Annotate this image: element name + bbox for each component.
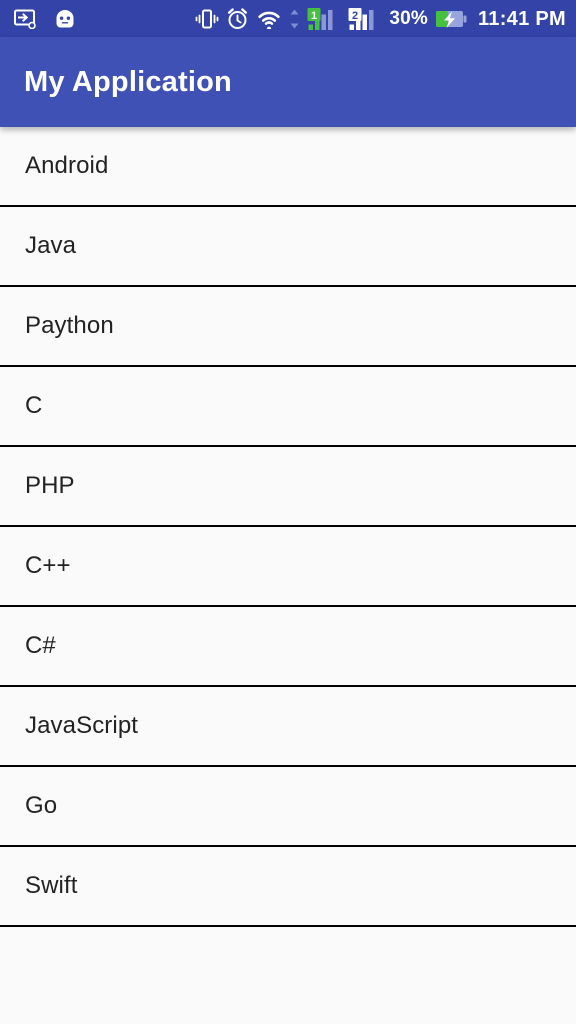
list-item-label: Go: [25, 792, 58, 819]
list-item-label: C: [25, 392, 43, 419]
sim2-signal-icon: 2: [348, 7, 382, 31]
list-item[interactable]: C#: [0, 607, 576, 687]
battery-percentage-label: 30%: [389, 8, 428, 29]
list-item[interactable]: Android: [0, 127, 576, 207]
list-item-label: C++: [25, 552, 71, 579]
app-bar-title: My Application: [24, 65, 232, 98]
list-item[interactable]: Paython: [0, 287, 576, 367]
list-item[interactable]: Go: [0, 767, 576, 847]
list-item-label: Paython: [25, 312, 114, 339]
status-bar-right-icons: 1 2 30% 11:41 PM: [195, 7, 566, 31]
list-item[interactable]: Swift: [0, 847, 576, 927]
vibrate-icon: [195, 8, 219, 30]
status-bar: 1 2 30% 11:41 PM: [0, 0, 576, 37]
language-list[interactable]: Android Java Paython C PHP C++ C# JavaSc…: [0, 127, 576, 1024]
list-item[interactable]: JavaScript: [0, 687, 576, 767]
status-bar-clock: 11:41 PM: [477, 7, 566, 30]
sim1-signal-icon: 1: [307, 7, 341, 31]
data-transfer-arrows-icon: [289, 8, 300, 30]
list-item-label: Android: [25, 152, 109, 179]
list-item[interactable]: C: [0, 367, 576, 447]
list-item-label: C#: [25, 632, 56, 659]
app-bar: My Application: [0, 37, 576, 127]
status-bar-left-icons: [14, 9, 76, 29]
list-item[interactable]: C++: [0, 527, 576, 607]
screen-cast-icon: [14, 9, 36, 29]
alarm-clock-icon: [226, 7, 249, 30]
phone-screen: 1 2 30% 11:41 PM My Application Android …: [0, 0, 576, 1024]
wifi-icon: [256, 9, 282, 29]
list-item-label: PHP: [25, 472, 75, 499]
list-item-label: Swift: [25, 872, 78, 899]
battery-charging-icon: [435, 9, 467, 29]
list-item-label: Java: [25, 232, 77, 259]
android-head-icon: [54, 9, 76, 29]
list-item[interactable]: PHP: [0, 447, 576, 527]
list-item[interactable]: Java: [0, 207, 576, 287]
list-item-label: JavaScript: [25, 712, 139, 739]
